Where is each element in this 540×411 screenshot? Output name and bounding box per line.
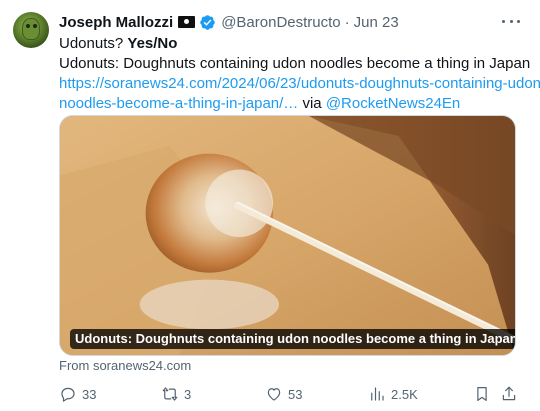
view-count: 2.5K xyxy=(391,386,418,402)
card-caption: Udonuts: Doughnuts containing udon noodl… xyxy=(70,329,515,349)
avatar-eye-right xyxy=(33,24,37,28)
like-button[interactable]: 53 xyxy=(265,384,302,404)
views-button[interactable]: 2.5K xyxy=(368,384,418,404)
avatar-eye-left xyxy=(26,24,30,28)
tweet-line-3: https://soranews24.com/2024/06/23/udonut… xyxy=(59,74,540,94)
link-card[interactable]: Udonuts: Doughnuts containing udon noodl… xyxy=(59,115,516,356)
article-link[interactable]: https://soranews24.com/2024/06/23/udonut… xyxy=(59,75,540,92)
tweet-text: Udonuts? Yes/No Udonuts: Doughnuts conta… xyxy=(59,34,540,114)
like-icon xyxy=(267,388,281,401)
tweet-header: Joseph Mallozzi @BaronDestructo · Jun 23 xyxy=(59,12,399,32)
tweet-question-bold: Yes/No xyxy=(127,35,178,52)
flag-icon xyxy=(178,16,196,28)
tweet[interactable]: Joseph Mallozzi @BaronDestructo · Jun 23… xyxy=(0,0,540,411)
views-icon xyxy=(371,387,384,401)
bookmark-icon xyxy=(477,387,487,401)
via-text: via xyxy=(298,95,326,112)
author-name[interactable]: Joseph Mallozzi xyxy=(59,14,173,31)
tweet-timestamp[interactable]: Jun 23 xyxy=(354,14,399,31)
retweet-button[interactable]: 3 xyxy=(161,384,191,404)
reply-button[interactable]: 33 xyxy=(59,384,96,404)
avatar-face xyxy=(22,18,40,40)
tweet-question: Udonuts? xyxy=(59,35,128,52)
card-source[interactable]: From soranews24.com xyxy=(59,358,191,373)
like-count: 53 xyxy=(288,386,303,402)
more-dot xyxy=(509,19,513,23)
tweet-line-2: Udonuts: Doughnuts containing udon noodl… xyxy=(59,55,531,72)
author-handle[interactable]: @BaronDestructo xyxy=(221,14,340,31)
reply-icon xyxy=(61,387,75,402)
verified-icon[interactable] xyxy=(199,14,216,31)
tweet-line-4: noodles-become-a-thing-in-japan/… via @R… xyxy=(59,94,529,114)
share-icon xyxy=(502,386,516,401)
card-image xyxy=(60,116,515,355)
header-separator: · xyxy=(344,13,350,31)
tweet-line-1: Udonuts? Yes/No xyxy=(59,34,529,54)
avatar[interactable] xyxy=(13,12,49,48)
share-button[interactable] xyxy=(500,384,518,404)
article-link-continued[interactable]: noodles-become-a-thing-in-japan/… xyxy=(59,95,298,112)
reply-count: 33 xyxy=(82,386,97,402)
more-dot xyxy=(517,19,520,23)
retweet-count: 3 xyxy=(184,386,192,402)
more-dot xyxy=(502,19,505,23)
bookmark-button[interactable] xyxy=(473,384,491,404)
action-bar: 33 3 53 2.5K xyxy=(59,384,520,404)
retweet-icon xyxy=(162,387,178,401)
mention-link[interactable]: @RocketNews24En xyxy=(326,95,460,112)
more-icon[interactable] xyxy=(502,14,520,28)
